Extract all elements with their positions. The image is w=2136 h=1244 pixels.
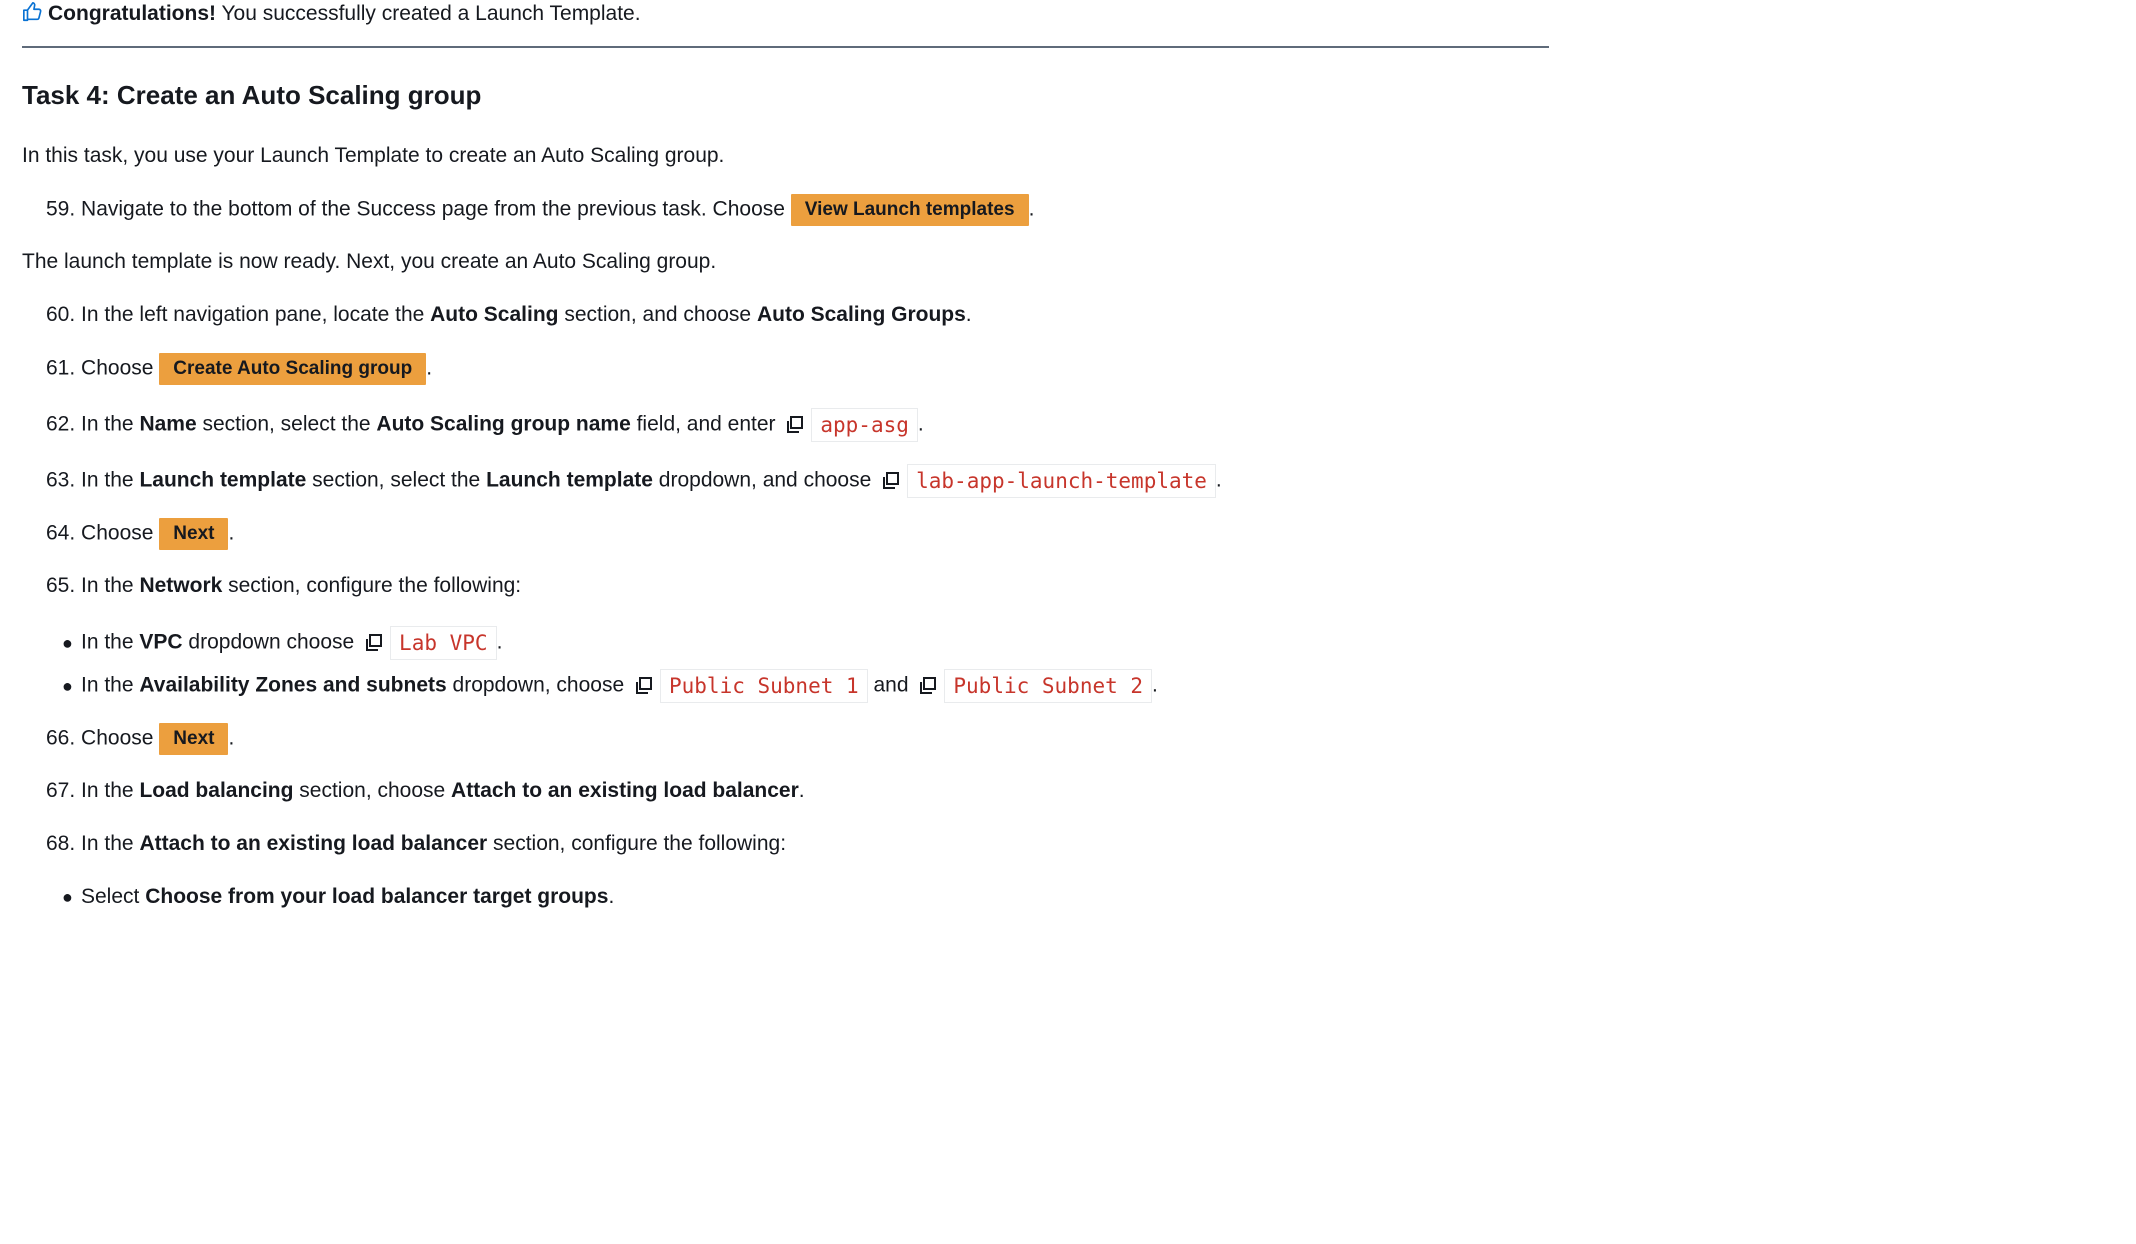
code-public-subnet-2: Public Subnet 2 — [944, 669, 1153, 703]
bullet-dot: ● — [62, 675, 73, 696]
step-number: 59. — [46, 197, 76, 221]
copy-icon[interactable] — [364, 633, 384, 653]
divider — [22, 46, 1549, 48]
step-60: 60. In the left navigation pane, locate … — [46, 303, 972, 326]
code-public-subnet-1: Public Subnet 1 — [660, 669, 868, 703]
next-button[interactable]: Next — [159, 723, 229, 755]
thumbs-up-icon — [23, 2, 42, 22]
step-59: 59. Navigate to the bottom of the Succes… — [46, 194, 1034, 226]
congrats-text: You successfully created a Launch Templa… — [216, 2, 641, 25]
code-launch-template: lab-app-launch-template — [907, 464, 1216, 498]
create-auto-scaling-group-button[interactable]: Create Auto Scaling group — [159, 353, 427, 385]
copy-icon[interactable] — [881, 471, 901, 491]
copy-icon[interactable] — [634, 676, 654, 696]
step-64: 64. Choose Next. — [46, 518, 234, 550]
step-66: 66. Choose Next. — [46, 723, 234, 755]
task-heading: Task 4: Create an Auto Scaling group — [22, 80, 482, 110]
step-68: 68. In the Attach to an existing load ba… — [46, 832, 787, 855]
bullet-dot: ● — [62, 632, 73, 653]
bullet-availability-zones: ● In the Availability Zones and subnets d… — [62, 669, 1158, 703]
congrats-bold: Congratulations! — [48, 2, 216, 25]
intro-text: In this task, you use your Launch Templa… — [22, 144, 725, 167]
congrats-banner: Congratulations! You successfully create… — [22, 0, 641, 28]
view-launch-templates-button[interactable]: View Launch templates — [790, 194, 1029, 226]
copy-icon[interactable] — [785, 415, 805, 435]
step-63: 63. In the Launch template section, sele… — [46, 464, 1222, 498]
step-65: 65. In the Network section, configure th… — [46, 574, 522, 597]
ready-text: The launch template is now ready. Next, … — [22, 250, 717, 273]
step-62: 62. In the Name section, select the Auto… — [46, 408, 924, 442]
next-button[interactable]: Next — [159, 518, 229, 550]
step-61: 61. Choose Create Auto Scaling group. — [46, 353, 432, 385]
bullet-dot: ● — [62, 887, 73, 907]
lab-instructions: Congratulations! You successfully create… — [0, 0, 1560, 1244]
copy-icon[interactable] — [918, 676, 938, 696]
bullet-select-target-groups: ● Select Choose from your load balancer t… — [62, 883, 614, 911]
bullet-vpc: ● In the VPC dropdown choose Lab VPC. — [62, 626, 502, 660]
code-lab-vpc: Lab VPC — [390, 626, 497, 660]
code-app-asg: app-asg — [811, 408, 918, 442]
step-67: 67. In the Load balancing section, choos… — [46, 779, 805, 802]
